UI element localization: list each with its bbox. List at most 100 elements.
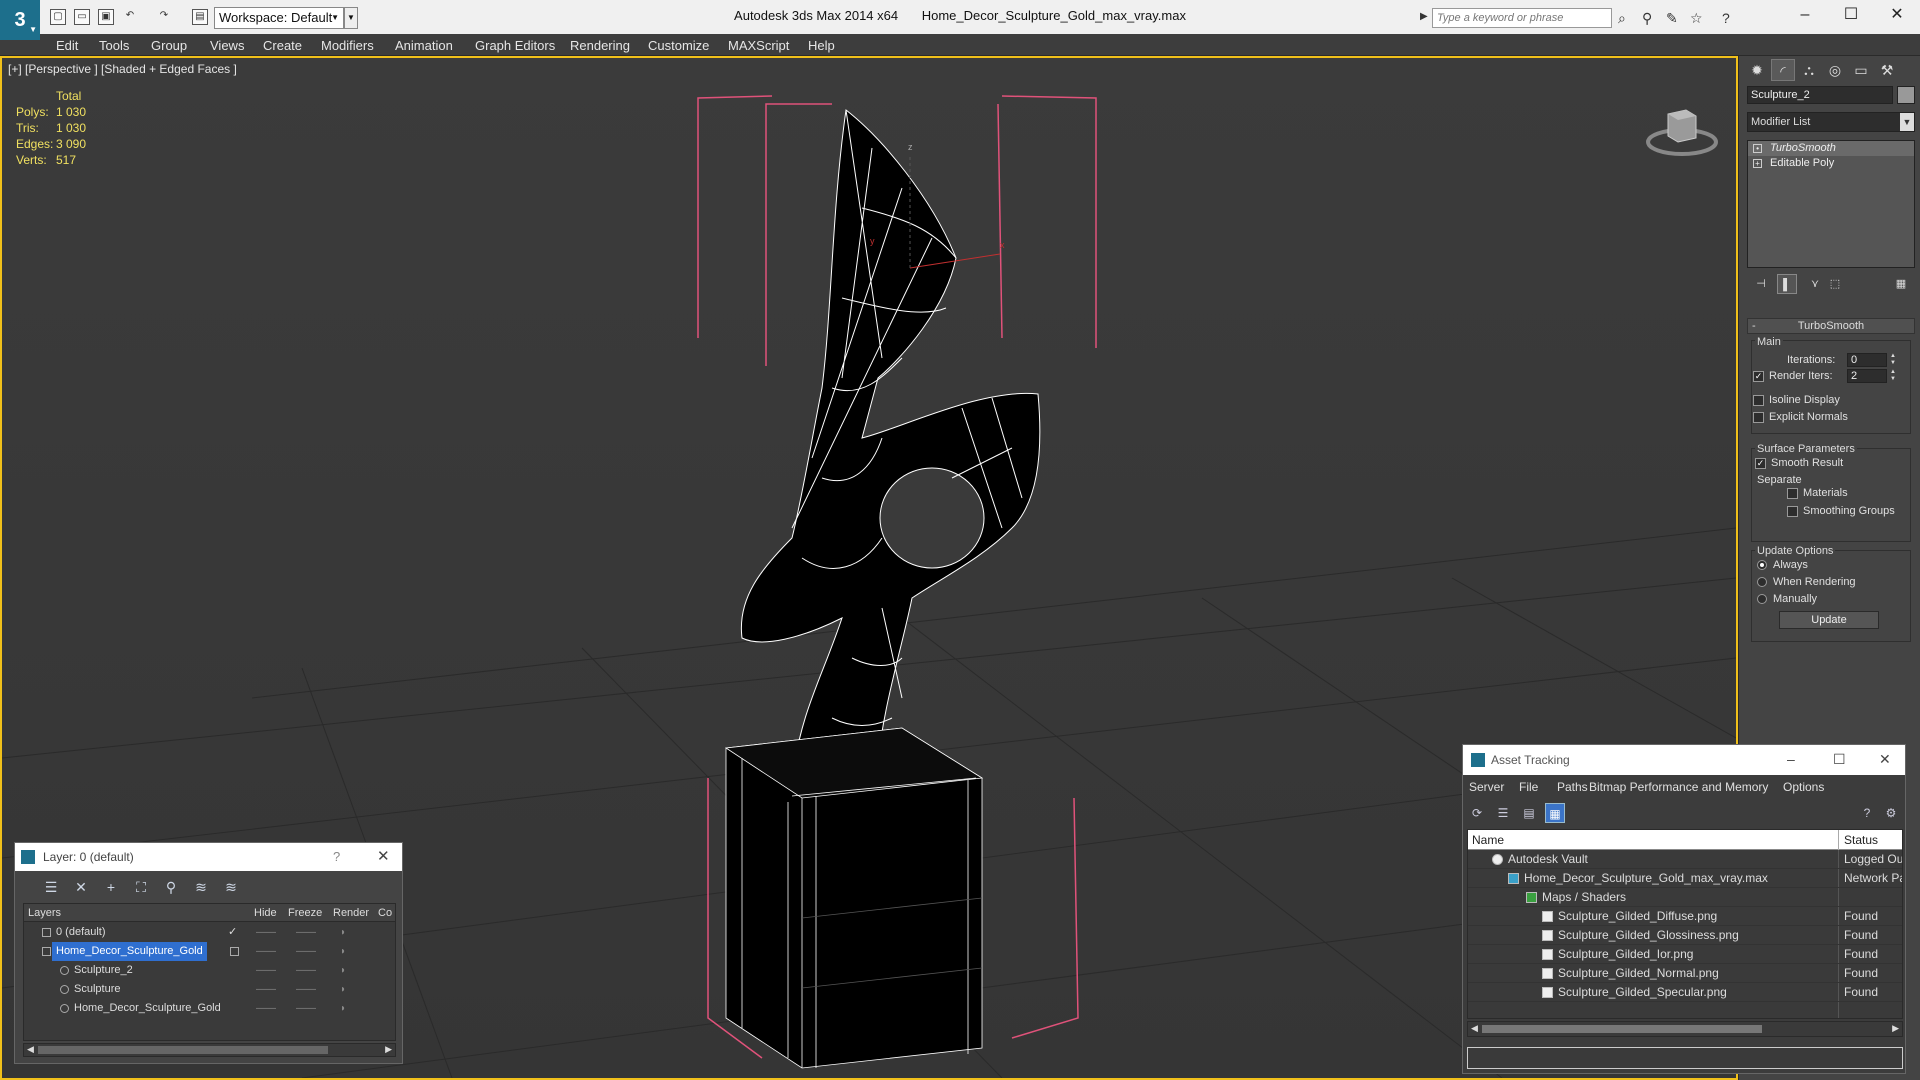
hide-toggle[interactable]: —— <box>256 999 276 1018</box>
when-rendering-radio[interactable] <box>1757 577 1767 587</box>
make-unique-icon[interactable]: ⋎ <box>1805 274 1825 294</box>
asset-window-titlebar[interactable]: Asset Tracking – ☐ ✕ <box>1463 745 1905 775</box>
asset-row[interactable]: Sculpture_Gilded_Diffuse.png Found <box>1468 907 1902 926</box>
object-color-swatch[interactable] <box>1897 86 1915 104</box>
hide-toggle[interactable]: —— <box>256 980 276 999</box>
column-freeze[interactable]: Freeze <box>288 904 322 922</box>
scroll-right-icon[interactable]: ▶ <box>385 1044 392 1055</box>
motion-tab-icon[interactable]: ◎ <box>1823 59 1847 81</box>
always-radio[interactable] <box>1757 560 1767 570</box>
asset-row[interactable]: Home_Decor_Sculpture_Gold_max_vray.max N… <box>1468 869 1902 888</box>
layer-row[interactable]: 0 (default) ✓ —— —— ◗ <box>24 923 395 942</box>
workspace-menu-button[interactable]: ▼ <box>344 7 358 29</box>
horizontal-scrollbar[interactable]: ◀ ▶ <box>23 1043 396 1057</box>
menu-group[interactable]: Group <box>151 38 187 53</box>
project-folder-icon[interactable]: ▤ <box>192 9 208 25</box>
smooth-result-checkbox[interactable]: ✓ <box>1755 458 1766 469</box>
hierarchy-tab-icon[interactable]: ⛬ <box>1797 59 1821 81</box>
menu-help[interactable]: Help <box>808 38 835 53</box>
chevron-right-icon[interactable]: ▶ <box>1420 11 1428 22</box>
asset-row[interactable]: Autodesk Vault Logged Out <box>1468 850 1902 869</box>
modifier-list-dropdown[interactable]: Modifier List ▼ <box>1747 112 1915 132</box>
menu-views[interactable]: Views <box>210 38 244 53</box>
communication-icon[interactable]: ✎ <box>1666 10 1678 27</box>
add-to-layer-icon[interactable]: + <box>101 877 121 897</box>
menu-tools[interactable]: Tools <box>99 38 129 53</box>
update-button[interactable]: Update <box>1779 611 1879 629</box>
hide-toggle[interactable]: —— <box>256 961 276 980</box>
layer-row[interactable]: Sculpture —— —— ◗ <box>24 980 395 999</box>
save-icon[interactable]: ▣ <box>98 9 114 25</box>
scroll-left-icon[interactable]: ◀ <box>27 1044 34 1055</box>
menu-maxscript[interactable]: MAXScript <box>728 38 789 53</box>
viewport-label-menu[interactable]: [+] [Perspective ] [Shaded + Edged Faces… <box>8 62 237 76</box>
lightbulb-icon[interactable]: • <box>1753 144 1762 153</box>
menu-server[interactable]: Server <box>1469 780 1504 794</box>
delete-layer-icon[interactable]: ✕ <box>71 877 91 897</box>
render-teapot-icon[interactable]: ◗ <box>340 980 346 999</box>
smoothing-groups-checkbox[interactable] <box>1787 506 1798 517</box>
object-name-field[interactable]: Sculpture_2 <box>1747 86 1893 104</box>
render-iters-checkbox[interactable]: ✓ <box>1753 371 1764 382</box>
render-teapot-icon[interactable]: ◗ <box>340 999 346 1018</box>
search-input[interactable]: Type a keyword or phrase <box>1432 8 1612 28</box>
display-tab-icon[interactable]: ▭ <box>1849 59 1873 81</box>
freeze-toggle[interactable]: —— <box>296 961 316 980</box>
column-status[interactable]: Status <box>1844 830 1878 850</box>
freeze-toggle[interactable]: —— <box>296 942 316 961</box>
help-icon[interactable]: ? <box>1722 10 1730 26</box>
render-teapot-icon[interactable]: ◗ <box>340 961 346 980</box>
materials-checkbox[interactable] <box>1787 488 1798 499</box>
subscription-icon[interactable]: ⚲ <box>1642 10 1652 27</box>
hide-toggle[interactable]: —— <box>256 923 276 942</box>
menu-rendering[interactable]: Rendering <box>570 38 630 53</box>
freeze-all-icon[interactable]: ≋ <box>221 877 241 897</box>
turbosmooth-rollout-header[interactable]: - TurboSmooth <box>1747 318 1915 334</box>
layer-row[interactable]: Home_Decor_Sculpture_Gold —— —— ◗ <box>24 942 395 961</box>
render-teapot-icon[interactable]: ◗ <box>340 923 346 942</box>
layer-row[interactable]: Sculpture_2 —— —— ◗ <box>24 961 395 980</box>
menu-customize[interactable]: Customize <box>648 38 709 53</box>
iterations-spinner[interactable]: 0 <box>1847 353 1887 367</box>
column-divider[interactable] <box>1838 830 1839 850</box>
menu-bitmap-performance[interactable]: Bitmap Performance and Memory <box>1589 780 1768 794</box>
checkmark-icon[interactable]: ✓ <box>228 923 237 942</box>
highlight-layer-icon[interactable]: ⚲ <box>161 877 181 897</box>
freeze-toggle[interactable]: —— <box>296 999 316 1018</box>
close-button[interactable]: ✕ <box>1874 4 1920 28</box>
column-hide[interactable]: Hide <box>254 904 277 922</box>
show-end-result-icon[interactable]: ▌ <box>1777 274 1797 294</box>
active-layer-toggle[interactable] <box>230 947 239 956</box>
close-icon[interactable]: ✕ <box>377 847 390 865</box>
binoculars-icon[interactable]: ⌕ <box>1618 10 1626 27</box>
undo-icon[interactable]: ↶ <box>122 9 138 25</box>
maximize-button[interactable]: ☐ <box>1833 751 1846 768</box>
scrollbar-thumb[interactable] <box>1482 1025 1762 1033</box>
help-icon[interactable]: ? <box>1857 803 1877 823</box>
freeze-toggle[interactable]: —— <box>296 980 316 999</box>
configure-sets-icon[interactable]: ▦ <box>1891 274 1911 294</box>
column-render[interactable]: Render <box>333 904 369 922</box>
stack-item-editable-poly[interactable]: + Editable Poly <box>1748 156 1914 171</box>
menu-graph-editors[interactable]: Graph Editors <box>475 38 555 53</box>
stack-item-turbosmooth[interactable]: • TurboSmooth <box>1748 141 1914 156</box>
menu-paths[interactable]: Paths <box>1557 780 1588 794</box>
workspace-dropdown[interactable]: Workspace: Default ▼ <box>214 7 344 29</box>
menu-edit[interactable]: Edit <box>56 38 78 53</box>
render-teapot-icon[interactable]: ◗ <box>340 942 346 961</box>
column-layers[interactable]: Layers <box>28 904 61 922</box>
help-button[interactable]: ? <box>333 849 340 864</box>
table-view-icon[interactable]: ▦ <box>1545 803 1565 823</box>
asset-row[interactable]: Sculpture_Gilded_Ior.png Found <box>1468 945 1902 964</box>
redo-icon[interactable]: ↷ <box>156 9 172 25</box>
render-iters-spinner[interactable]: 2 <box>1847 369 1887 383</box>
asset-row[interactable]: Sculpture_Gilded_Glossiness.png Found <box>1468 926 1902 945</box>
scroll-left-icon[interactable]: ◀ <box>1471 1023 1478 1034</box>
menu-file[interactable]: File <box>1519 780 1538 794</box>
select-objects-icon[interactable]: ⛶ <box>131 877 151 897</box>
freeze-toggle[interactable]: —— <box>296 923 316 942</box>
spinner-arrows-icon[interactable]: ▲ ▼ <box>1889 353 1897 367</box>
isoline-display-checkbox[interactable] <box>1753 395 1764 406</box>
hide-all-icon[interactable]: ≋ <box>191 877 211 897</box>
manually-radio[interactable] <box>1757 594 1767 604</box>
